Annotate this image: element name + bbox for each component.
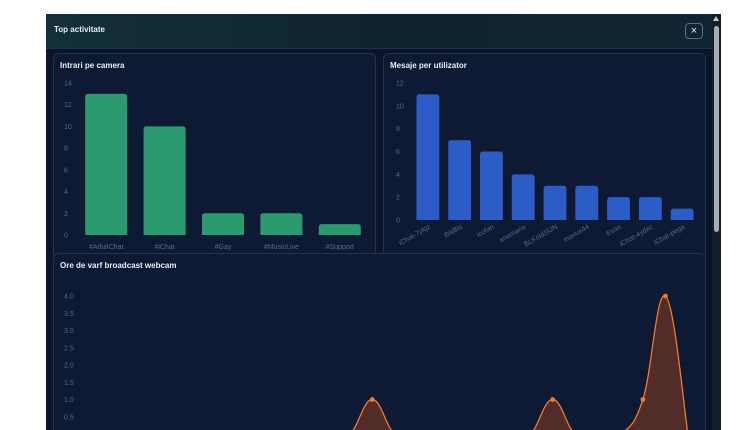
broadcast-peak-chart: 00.51.01.52.02.53.03.54.000:0001:0002:00… — [64, 293, 689, 430]
y-tick-label: 3.5 — [64, 311, 74, 318]
y-tick-label: 12 — [64, 102, 72, 109]
x-tick-label: anamaria — [498, 224, 527, 245]
x-tick-label: #Support — [326, 244, 354, 251]
y-tick-label: 6 — [64, 167, 68, 174]
close-button[interactable]: × — [685, 23, 703, 39]
bar — [638, 197, 662, 220]
data-point — [550, 397, 556, 402]
x-tick-label: iChat-4ydxc — [619, 223, 655, 248]
y-tick-label: 0 — [64, 233, 68, 240]
messages-per-user-chart: 0 2 4 6 8 10 12 iChat-7ylqz BisBis icofan anamaria… — [396, 81, 694, 249]
bar — [670, 208, 694, 220]
x-tick-label: iChat-7ylqz — [398, 223, 432, 247]
x-tick-label: #Gay — [215, 244, 232, 251]
y-tick-label: 1.5 — [64, 380, 74, 387]
y-tick-label: 0 — [396, 218, 400, 225]
x-tick-label: BLKoldSUN — [523, 224, 559, 249]
x-tick-label: #AdultChat — [89, 244, 124, 251]
y-tick-label: 4 — [396, 172, 400, 179]
y-tick-label: 2.5 — [64, 345, 74, 352]
bar — [260, 213, 303, 235]
camera-entries-panel: Intrari pe camera 0 2 4 6 8 10 12 14 #AdultChat #… — [53, 53, 376, 259]
y-tick-label: 0.5 — [64, 414, 74, 421]
y-tick-label: 2 — [64, 211, 68, 218]
area-line — [352, 295, 689, 430]
y-tick-label: 2 — [396, 195, 400, 202]
bar — [543, 185, 567, 220]
bar — [85, 93, 128, 235]
bar — [480, 151, 503, 220]
y-tick-label: 4.0 — [64, 294, 74, 301]
x-tick-label: BisBis — [443, 223, 464, 239]
activity-modal: Top activitate × Intrari pe camera 02468… — [46, 14, 712, 430]
bar — [201, 213, 245, 235]
data-point — [640, 397, 646, 402]
bar — [318, 224, 361, 235]
y-tick-label: 1.0 — [64, 397, 74, 404]
close-icon: × — [690, 25, 698, 37]
y-tick-label: 10 — [64, 124, 72, 131]
bar — [575, 185, 599, 220]
data-point — [663, 293, 668, 299]
bar — [448, 140, 472, 220]
x-tick-label: #MusicLive — [264, 244, 299, 251]
modal-header: Top activitate × — [46, 14, 712, 49]
x-tick-label: Evaa — [605, 224, 622, 238]
bar — [607, 197, 630, 220]
area-fill — [353, 295, 688, 430]
bar — [143, 126, 186, 235]
broadcast-peak-panel: Ore de varf broadcast webcam 00.51.01.52… — [53, 253, 706, 430]
data-point — [369, 397, 375, 402]
modal-title: Top activitate — [54, 25, 105, 34]
y-tick-label: 6 — [396, 149, 400, 156]
y-tick-label: 3.0 — [64, 328, 74, 335]
y-tick-label: 14 — [64, 81, 72, 88]
y-tick-label: 12 — [396, 81, 404, 88]
y-tick-label: 8 — [64, 146, 68, 153]
camera-entries-chart: 0 2 4 6 8 10 12 14 #AdultChat #iChat #Gay #MusicLiv… — [64, 81, 361, 251]
scroll-up-icon[interactable] — [713, 16, 719, 21]
y-tick-label: 2.0 — [64, 363, 74, 370]
x-tick-label: iChat-pega — [653, 224, 686, 247]
page-scrollbar[interactable] — [712, 14, 721, 430]
x-tick-label: icofan — [476, 224, 496, 239]
bar — [416, 94, 440, 220]
x-tick-label: marius44 — [562, 224, 591, 245]
y-tick-label: 8 — [396, 126, 400, 133]
y-tick-label: 10 — [396, 103, 404, 110]
bar — [511, 174, 535, 220]
x-tick-label: #iChat — [154, 244, 174, 251]
scroll-thumb[interactable] — [714, 26, 719, 232]
messages-per-user-panel: Mesaje per utilizator 0 2 4 6 8 10 12 iChat-7yl… — [383, 53, 706, 259]
y-tick-label: 4 — [64, 189, 68, 196]
